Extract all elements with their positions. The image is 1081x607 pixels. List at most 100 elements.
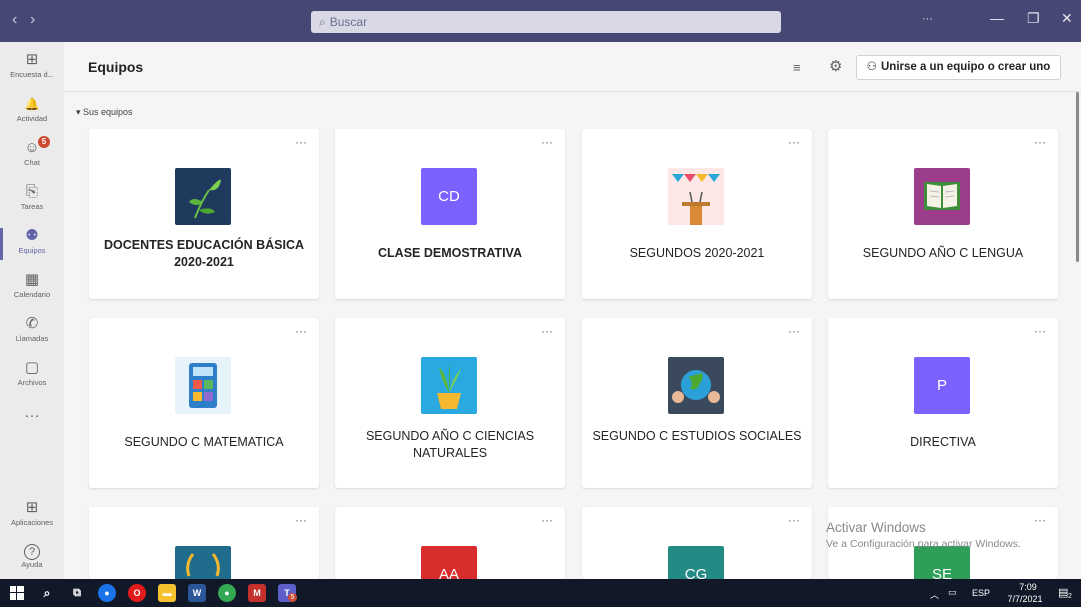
teams-icon: ⚉ (25, 227, 39, 244)
chrome-profile-icon[interactable]: ● (218, 584, 236, 602)
notification-count: 2 (1068, 593, 1072, 600)
more-options-icon[interactable]: ··· (541, 324, 553, 338)
notification-center-icon[interactable]: ▤ (1058, 586, 1068, 599)
more-options-icon[interactable]: ··· (1034, 324, 1046, 338)
help-icon: ? (24, 544, 40, 560)
rail-item-actividad[interactable]: 🔔 Actividad (0, 90, 64, 134)
maximize-icon[interactable]: ❐ (1027, 10, 1040, 27)
team-card[interactable]: ··· DOCENTES EDUCACIÓN BÁSICA 2020-2021 (89, 129, 319, 299)
team-card[interactable]: ··· (89, 507, 319, 579)
rail-label: Llamadas (15, 334, 49, 343)
network-icon[interactable]: ▭ (948, 587, 957, 598)
watermark-title: Activar Windows (826, 520, 926, 535)
calculator-icon (175, 357, 231, 414)
rail-label: Calendario (13, 290, 51, 299)
team-name: SEGUNDOS 2020-2021 (629, 246, 765, 260)
team-card[interactable]: ··· CD CLASE DEMOSTRATIVA (335, 129, 565, 299)
team-card[interactable]: ··· CG (582, 507, 812, 579)
search-input[interactable]: ⌕ Buscar (311, 11, 781, 33)
settings-icon[interactable]: ⚙ (829, 57, 842, 75)
search-icon: ⌕ (319, 15, 326, 29)
scrollbar[interactable] (1076, 92, 1079, 262)
rail-label: Equipos (18, 246, 46, 255)
windows-start-icon[interactable] (8, 584, 26, 602)
more-options-icon[interactable]: ··· (1034, 135, 1046, 149)
team-name: SEGUNDO C MATEMATICA (124, 435, 284, 449)
laurel-icon (175, 546, 231, 579)
people-add-icon: ⚇ (866, 61, 877, 73)
clock-date[interactable]: 7/7/2021 (1000, 594, 1050, 604)
rail-item-tareas[interactable]: ⎘ Tareas (0, 178, 64, 222)
rail-item-chat[interactable]: ☺ 5 Chat (0, 134, 64, 178)
team-initials-avatar: CG (668, 546, 724, 579)
more-options-icon[interactable]: ··· (922, 13, 933, 25)
filter-icon[interactable]: ≡ (793, 60, 801, 75)
forward-arrow-icon[interactable]: › (30, 11, 48, 29)
more-options-icon[interactable]: ··· (541, 135, 553, 149)
more-options-icon[interactable]: ··· (541, 513, 553, 527)
rail-item-ayuda[interactable]: ? Ayuda (0, 538, 64, 582)
team-name: SEGUNDO C ESTUDIOS SOCIALES (592, 429, 802, 443)
rail-more-apps[interactable]: ··· (0, 402, 64, 426)
rail-label: Aplicaciones (10, 518, 54, 527)
opera-icon[interactable]: O (128, 584, 146, 602)
apps-icon: ⊞ (25, 499, 39, 516)
team-initials-avatar: SE (914, 546, 970, 579)
rail-item-equipos[interactable]: ⚉ Equipos (0, 222, 64, 266)
book-icon (914, 168, 970, 225)
team-name: SEGUNDO AÑO C LENGUA (862, 246, 1024, 260)
team-card[interactable]: ··· SEGUNDO C ESTUDIOS SOCIALES (582, 318, 812, 488)
team-name: CLASE DEMOSTRATIVA (378, 246, 522, 260)
apps-grid-icon: ⊞ (25, 51, 39, 68)
word-icon[interactable]: W (188, 584, 206, 602)
page-title: Equipos (88, 59, 144, 75)
podium-icon (668, 168, 724, 225)
file-icon: ▢ (24, 359, 40, 376)
team-name: DIRECTIVA (910, 435, 976, 449)
file-explorer-icon[interactable]: ▬ (158, 584, 176, 602)
more-options-icon[interactable]: ··· (295, 513, 307, 527)
rail-item-calendario[interactable]: ▦ Calendario (0, 266, 64, 310)
tray-chevron-icon[interactable]: ︿ (930, 588, 939, 601)
team-card[interactable]: ··· SEGUNDO C MATEMATICA (89, 318, 319, 488)
team-card[interactable]: ··· SEGUNDO AÑO C LENGUA (828, 129, 1058, 299)
more-options-icon[interactable]: ··· (295, 324, 307, 338)
more-options-icon[interactable]: ··· (788, 135, 800, 149)
team-name: DOCENTES EDUCACIÓN BÁSICA 2020-2021 (103, 238, 304, 269)
join-or-create-team-button[interactable]: ⚇ Unirse a un equipo o crear uno (856, 55, 1061, 80)
rail-label: Encuesta d... (10, 70, 54, 79)
more-options-icon[interactable]: ··· (788, 513, 800, 527)
team-card[interactable]: ··· SEGUNDO AÑO C CIENCIAS NATURALES (335, 318, 565, 488)
more-options-icon[interactable]: ··· (295, 135, 307, 149)
team-card[interactable]: ··· SEGUNDOS 2020-2021 (582, 129, 812, 299)
team-card[interactable]: ··· AA (335, 507, 565, 579)
task-view-icon[interactable]: ⧉ (68, 584, 86, 602)
close-icon[interactable]: ✕ (1061, 10, 1073, 27)
team-initials-avatar: P (914, 357, 970, 414)
minimize-icon[interactable]: — (990, 10, 1004, 26)
rail-label: Archivos (17, 378, 47, 387)
join-button-label: Unirse a un equipo o crear uno (880, 61, 1051, 73)
more-options-icon[interactable]: ··· (788, 324, 800, 338)
more-icon: ··· (24, 407, 40, 424)
leaf-icon (175, 168, 231, 225)
rail-label: Actividad (16, 114, 48, 123)
more-options-icon[interactable]: ··· (1034, 513, 1046, 527)
team-initials-avatar: AA (421, 546, 477, 579)
chrome-icon[interactable]: ● (98, 584, 116, 602)
title-bar: ‹ › ⌕ Buscar ··· — ❐ ✕ (0, 0, 1081, 42)
rail-item-aplicaciones[interactable]: ⊞ Aplicaciones (0, 494, 64, 538)
back-arrow-icon[interactable]: ‹ (12, 11, 30, 29)
clock-time[interactable]: 7:09 (1008, 582, 1048, 592)
rail-item-archivos[interactable]: ▢ Archivos (0, 354, 64, 398)
windows-activation-watermark: Activar Windows Ve a Configuración para … (826, 520, 1021, 550)
app-m-icon[interactable]: M (248, 584, 266, 602)
calendar-icon: ▦ (24, 271, 40, 288)
team-card[interactable]: ··· P DIRECTIVA (828, 318, 1058, 488)
section-your-teams[interactable]: ▾ Sus equipos (76, 107, 133, 118)
language-indicator[interactable]: ESP (972, 588, 990, 598)
taskbar-search-icon[interactable]: ⌕ (38, 584, 56, 602)
rail-item-llamadas[interactable]: ✆ Llamadas (0, 310, 64, 354)
rail-item-encuesta[interactable]: ⊞ Encuesta d... (0, 46, 64, 90)
rail-label: Ayuda (21, 560, 43, 569)
